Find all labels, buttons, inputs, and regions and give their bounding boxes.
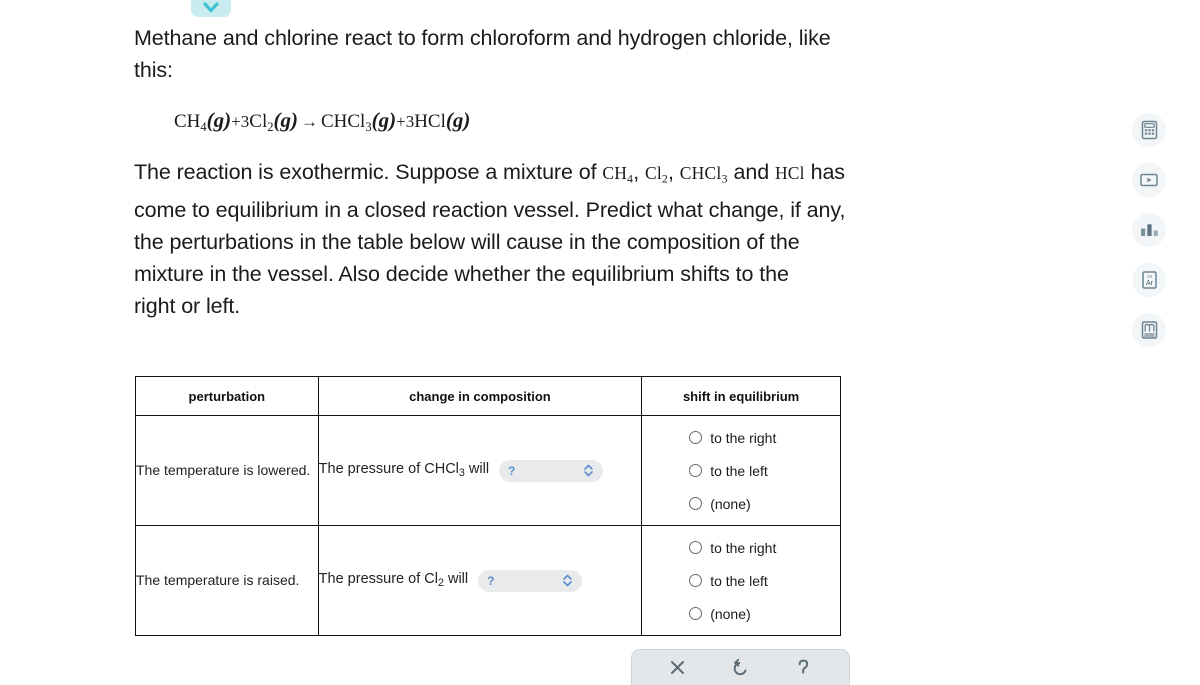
radio-button[interactable] xyxy=(689,607,703,620)
row-1-option-0[interactable]: to the right xyxy=(642,421,840,454)
reference-tool-button[interactable] xyxy=(1132,313,1166,347)
eq-product-1-state: (g) xyxy=(371,108,397,132)
row-2-shift: to the right to the left (none) xyxy=(641,525,841,636)
bar-chart-icon xyxy=(1140,224,1158,236)
undo-icon xyxy=(733,658,747,675)
header-perturbation: perturbation xyxy=(135,376,319,416)
eq-product-1: CHCl3 xyxy=(320,111,372,134)
svg-text:Ar: Ar xyxy=(1146,280,1154,287)
table-row: The temperature is raised. The pressure … xyxy=(135,525,841,636)
row-2-composition-text: The pressure of Cl2 will xyxy=(318,571,469,590)
radio-label: to the right xyxy=(710,429,777,446)
table-row: The temperature is lowered. The pressure… xyxy=(135,415,841,526)
periodic-table-tool-button[interactable]: 18 Ar xyxy=(1132,263,1166,297)
row-2-select-value: ? xyxy=(487,573,495,588)
radio-button[interactable] xyxy=(689,464,703,477)
periodic-table-argon-icon: 18 Ar xyxy=(1141,271,1157,289)
close-button[interactable] xyxy=(661,653,695,683)
close-icon xyxy=(671,661,684,674)
video-play-icon xyxy=(1140,173,1158,187)
chemical-equation: CH4(g)+3Cl2(g) → CHCl3(g)+3HCl(g) xyxy=(174,108,1094,135)
body-text-b: and xyxy=(733,159,770,184)
eq-product-2-state: (g) xyxy=(445,108,471,132)
body-text-a: The reaction is exothermic. Suppose a mi… xyxy=(134,159,597,184)
tool-rail: 18 Ar xyxy=(1132,113,1166,347)
eq-coef-3: 3 xyxy=(405,112,415,131)
calculator-tool-button[interactable] xyxy=(1132,113,1166,147)
comma-1: , xyxy=(633,159,640,184)
row-2-option-2[interactable]: (none) xyxy=(642,597,840,630)
body-line-4: mixture in the vessel. Also decide wheth… xyxy=(134,262,789,287)
eq-plus-1: + xyxy=(231,112,241,131)
row-1-composition-select[interactable]: ? xyxy=(499,459,604,482)
comma-2: , xyxy=(668,159,674,184)
row-2-species: Cl2 xyxy=(424,571,444,590)
row-1-composition: The pressure of CHCl3 will ? xyxy=(317,415,643,526)
radio-label: (none) xyxy=(710,605,751,622)
eq-reactant-2: Cl2 xyxy=(249,111,274,134)
row-2-option-1[interactable]: to the left xyxy=(642,564,840,597)
question-body: The reaction is exothermic. Suppose a mi… xyxy=(134,156,1094,322)
table-header-row: perturbation change in composition shift… xyxy=(135,376,841,416)
chevron-down-icon xyxy=(203,2,219,13)
row-1-composition-text: The pressure of CHCl3 will xyxy=(318,461,490,480)
row-1-species: CHCl3 xyxy=(424,461,465,480)
perturbation-table: perturbation change in composition shift… xyxy=(135,376,841,636)
row-1-perturbation: The temperature is lowered. xyxy=(135,415,319,526)
row-1-select-value: ? xyxy=(508,463,516,478)
intro-line-2: this: xyxy=(134,58,173,82)
radio-button[interactable] xyxy=(689,574,703,587)
body-text-c: has xyxy=(810,159,845,184)
formula-ch4: CH4 xyxy=(602,162,634,186)
eq-plus-2: + xyxy=(396,112,406,131)
reference-book-icon xyxy=(1141,321,1157,339)
row-2-composition: The pressure of Cl2 will ? xyxy=(317,525,643,636)
row-1-shift: to the right to the left (none) xyxy=(641,415,841,526)
answer-toolbar xyxy=(631,649,850,685)
row-1-composition-line: The pressure of CHCl3 will ? xyxy=(318,459,642,482)
eq-reactant-2-state: (g) xyxy=(273,108,298,132)
row-2-option-0[interactable]: to the right xyxy=(642,531,840,564)
radio-button[interactable] xyxy=(689,431,703,444)
radio-label: to the left xyxy=(710,462,768,479)
collapse-panel-button[interactable] xyxy=(191,0,231,17)
chart-tool-button[interactable] xyxy=(1132,213,1166,247)
formula-cl2: Cl2 xyxy=(644,162,669,186)
eq-reactant-1-state: (g) xyxy=(206,108,232,132)
body-line-3: the perturbations in the table below wil… xyxy=(134,230,800,255)
updown-chevron-icon xyxy=(563,574,572,587)
row-1-option-1[interactable]: to the left xyxy=(642,454,840,487)
undo-button[interactable] xyxy=(724,653,758,683)
intro-line-1: Methane and chlorine react to form chlor… xyxy=(134,26,831,50)
eq-product-2: HCl xyxy=(414,111,446,132)
question-page: Methane and chlorine react to form chlor… xyxy=(0,0,1200,685)
formula-hcl: HCl xyxy=(774,162,805,183)
help-button[interactable] xyxy=(787,653,821,683)
body-line-5: right or left. xyxy=(134,294,241,319)
formula-chcl3: CHCl3 xyxy=(679,162,728,186)
eq-reactant-1: CH4 xyxy=(174,111,207,134)
header-composition: change in composition xyxy=(317,376,643,416)
svg-text:18: 18 xyxy=(1147,274,1152,279)
eq-arrow: → xyxy=(300,112,318,131)
row-2-composition-line: The pressure of Cl2 will ? xyxy=(318,569,642,592)
video-tool-button[interactable] xyxy=(1132,163,1166,197)
header-shift: shift in equilibrium xyxy=(641,376,841,416)
radio-button[interactable] xyxy=(689,541,703,554)
question-content: Methane and chlorine react to form chlor… xyxy=(134,22,1094,322)
question-intro: Methane and chlorine react to form chlor… xyxy=(134,22,1094,86)
radio-button[interactable] xyxy=(689,497,703,510)
updown-chevron-icon xyxy=(584,464,593,477)
radio-label: (none) xyxy=(710,495,751,512)
radio-label: to the right xyxy=(710,539,777,556)
row-2-perturbation: The temperature is raised. xyxy=(135,525,319,636)
row-1-option-2[interactable]: (none) xyxy=(642,487,840,520)
body-line-2: come to equilibrium in a closed reaction… xyxy=(134,198,846,223)
row-2-composition-select[interactable]: ? xyxy=(478,569,583,592)
calculator-icon xyxy=(1141,120,1157,140)
help-icon xyxy=(798,659,809,674)
eq-coef-2: 3 xyxy=(240,112,250,131)
radio-label: to the left xyxy=(710,572,768,589)
